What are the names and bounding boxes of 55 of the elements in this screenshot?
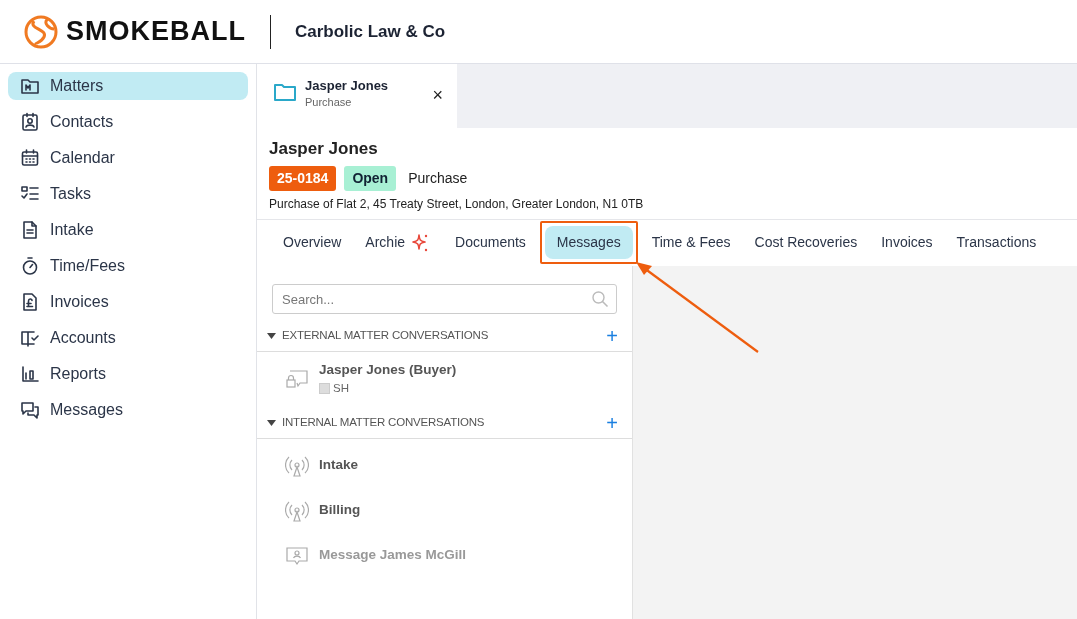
sidebar-item[interactable]: Calendar bbox=[8, 144, 248, 172]
conversation-name[interactable]: Intake bbox=[319, 455, 359, 476]
tab[interactable]: Invoices bbox=[869, 226, 945, 260]
broadcast-tower-icon bbox=[285, 499, 309, 522]
sidebar-item[interactable]: Tasks bbox=[8, 180, 248, 208]
avatar-placeholder-icon bbox=[319, 383, 330, 395]
sidebar-item[interactable]: Contacts bbox=[8, 108, 248, 136]
sidebar-item[interactable]: Reports bbox=[8, 360, 248, 388]
sidebar-item[interactable]: Invoices bbox=[8, 288, 248, 316]
brand-name: SMOKEBALL bbox=[66, 15, 246, 49]
matter-number: 25-0184 bbox=[269, 165, 337, 191]
conversation-name[interactable]: Jasper Jones (Buyer) bbox=[319, 359, 457, 380]
matter-type: Purchase bbox=[408, 168, 468, 188]
participant-initials: SH bbox=[333, 381, 349, 396]
tab[interactable]: Archie bbox=[353, 225, 444, 260]
folder-icon bbox=[20, 76, 40, 96]
document-icon bbox=[20, 220, 40, 240]
sidebar-item[interactable]: Intake bbox=[8, 216, 248, 244]
pound-document-icon bbox=[20, 292, 40, 312]
calendar-icon bbox=[20, 148, 40, 168]
close-button[interactable]: × bbox=[428, 86, 447, 104]
search-icon bbox=[591, 290, 609, 308]
tab[interactable]: Documents bbox=[443, 226, 538, 260]
tab[interactable]: Transactions bbox=[944, 226, 1049, 260]
folder-icon bbox=[273, 82, 297, 102]
tab[interactable]: Messages bbox=[544, 226, 633, 260]
add-button[interactable]: + bbox=[606, 412, 618, 433]
add-button[interactable]: + bbox=[606, 325, 618, 346]
broadcast-tower-icon bbox=[285, 454, 309, 477]
section-title: EXTERNAL MATTER CONVERSATIONS bbox=[282, 327, 489, 343]
book-check-icon bbox=[20, 328, 40, 348]
stopwatch-icon bbox=[20, 256, 40, 276]
matter-tab[interactable]: Jasper Jones Purchase × bbox=[257, 64, 457, 128]
sidebar-item[interactable]: Messages bbox=[8, 396, 248, 424]
sidebar-item[interactable]: Accounts bbox=[8, 324, 248, 352]
search-field[interactable]: Search... bbox=[272, 284, 617, 314]
matter-tab-subtitle: Purchase bbox=[305, 95, 353, 110]
firm-name: Carbolic Law & Co bbox=[295, 20, 446, 43]
tab[interactable]: Time & Fees bbox=[639, 226, 743, 260]
status-label: Open bbox=[344, 165, 397, 191]
tab[interactable]: Overview bbox=[271, 226, 354, 260]
chat-bubbles-icon bbox=[20, 400, 40, 420]
contact-card-icon bbox=[20, 112, 40, 132]
section-title: INTERNAL MATTER CONVERSATIONS bbox=[282, 414, 485, 430]
sidebar-item[interactable]: Time/Fees bbox=[8, 252, 248, 280]
matter-description: Purchase of Flat 2, 45 Treaty Street, London, Greater London, N1 0TB bbox=[269, 195, 645, 213]
matter-name: Jasper Jones bbox=[269, 138, 379, 160]
bar-chart-icon bbox=[20, 364, 40, 384]
conversation-name[interactable]: Billing bbox=[319, 500, 361, 521]
tab[interactable]: Cost Recoveries bbox=[742, 226, 870, 260]
person-chat-icon bbox=[285, 544, 309, 567]
matter-tab-title: Jasper Jones bbox=[305, 78, 390, 94]
sidebar-item[interactable]: Matters bbox=[8, 72, 248, 100]
locked-chat-icon bbox=[285, 367, 309, 390]
logo-icon bbox=[24, 14, 58, 49]
